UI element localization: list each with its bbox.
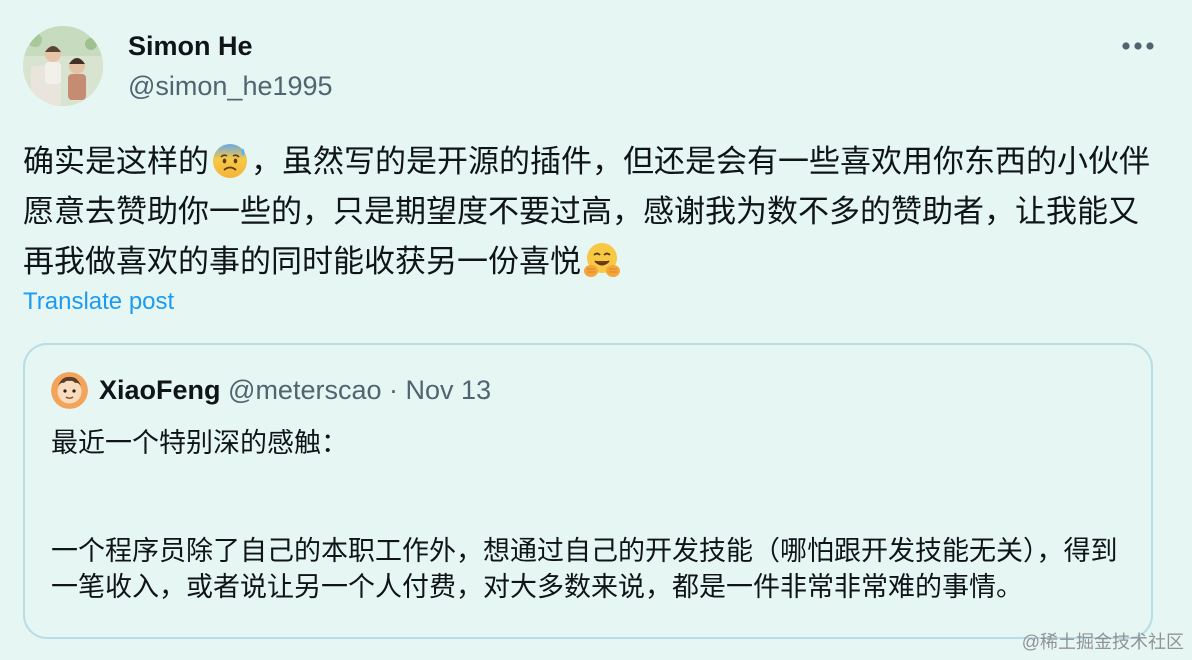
quoted-post-header: XiaoFeng @meterscao · Nov 13 [99,372,491,408]
quoted-post-card[interactable]: XiaoFeng @meterscao · Nov 13 最近一个特别深的感触：… [23,343,1153,639]
quoted-post-text: 最近一个特别深的感触： 一个程序员除了自己的本职工作外，想通过自己的开发技能（哪怕… [51,425,1131,605]
quoted-author-handle[interactable]: @meterscao [228,375,381,405]
quoted-author-name[interactable]: XiaoFeng [99,375,221,405]
source-watermark: @稀土掘金技术社区 [1021,632,1184,652]
author-avatar[interactable] [23,26,103,106]
author-handle[interactable]: @simon_he1995 [128,69,333,103]
header-separator: · [389,375,399,405]
post-text-part1: 确实是这样的 [23,144,209,179]
cartoon-avatar-icon [51,372,88,409]
more-options-button[interactable] [1118,34,1158,58]
post-text: 确实是这样的 ，虽然写的是开源的插件，但还是会有一些喜欢用你东西的小伙伴愿意去赞… [23,137,1163,287]
more-dots-icon [1122,42,1154,50]
quoted-text-line2: 一个程序员除了自己的本职工作外，想通过自己的开发技能（哪怕跟开发技能无关），得到… [51,536,1118,602]
quoted-author-avatar[interactable] [51,372,88,409]
author-name[interactable]: Simon He [128,29,253,63]
translate-post-link[interactable]: Translate post [23,287,174,317]
hugging-face-emoji-icon [582,240,622,280]
anxious-sweat-emoji-icon [210,140,250,180]
quoted-text-line1: 最近一个特别深的感触： [51,428,348,458]
quoted-post-date[interactable]: Nov 13 [406,375,492,405]
avatar-photo [23,26,103,106]
